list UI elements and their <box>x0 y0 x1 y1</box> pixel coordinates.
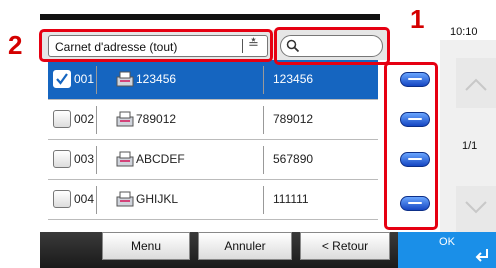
back-button[interactable]: < Retour <box>300 232 390 260</box>
highlight-detail-buttons <box>384 62 438 230</box>
status-time: 10:10 <box>450 26 478 38</box>
fax-icon <box>116 151 134 167</box>
divider <box>263 186 264 214</box>
contact-name: ABCDEF <box>136 152 185 166</box>
contact-value: 123456 <box>273 72 314 86</box>
chevron-down-icon <box>465 201 487 214</box>
divider <box>96 186 97 214</box>
contact-number: 004 <box>74 192 95 206</box>
contact-number: 002 <box>74 112 95 126</box>
page-indicator: 1/1 <box>462 140 478 152</box>
checkbox[interactable] <box>53 150 71 168</box>
fax-icon <box>116 71 134 87</box>
checkbox[interactable] <box>53 190 71 208</box>
contact-value: 789012 <box>273 112 314 126</box>
ok-button[interactable]: OK <box>398 232 496 268</box>
contact-name: 123456 <box>136 72 177 86</box>
top-bar <box>40 14 380 20</box>
callout-2: 2 <box>8 30 23 60</box>
divider <box>263 66 264 94</box>
contact-row[interactable]: 002 789012 789012 <box>48 100 378 140</box>
divider <box>96 106 97 134</box>
check-icon <box>56 73 68 85</box>
contact-row[interactable]: 003 ABCDEF 567890 <box>48 140 378 180</box>
contact-number: 001 <box>74 72 95 86</box>
contact-value: 567890 <box>273 152 314 166</box>
contact-number: 003 <box>74 152 95 166</box>
chevron-up-icon <box>465 78 487 91</box>
fax-icon <box>116 191 134 207</box>
contact-value: 111111 <box>273 192 309 206</box>
checkbox[interactable] <box>53 70 71 88</box>
scroll-up-button[interactable] <box>456 58 496 108</box>
fax-icon <box>116 111 134 127</box>
divider <box>96 66 97 94</box>
divider <box>263 106 264 134</box>
cancel-button[interactable]: Annuler <box>198 232 292 260</box>
scroll-down-button[interactable] <box>456 186 496 232</box>
menu-button[interactable]: Menu <box>102 232 190 260</box>
ok-label: OK <box>439 236 455 248</box>
divider <box>263 146 264 174</box>
highlight-search <box>274 27 390 65</box>
contact-name: GHIJKL <box>136 192 179 206</box>
callout-1: 1 <box>410 4 425 34</box>
contact-row[interactable]: 001 123456 123456 <box>48 60 378 100</box>
highlight-address-book <box>39 29 273 62</box>
divider <box>96 146 97 174</box>
enter-icon <box>475 249 488 262</box>
contact-row[interactable]: 004 GHIJKL 111111 <box>48 180 378 220</box>
contact-name: 789012 <box>136 112 177 126</box>
checkbox[interactable] <box>53 110 71 128</box>
